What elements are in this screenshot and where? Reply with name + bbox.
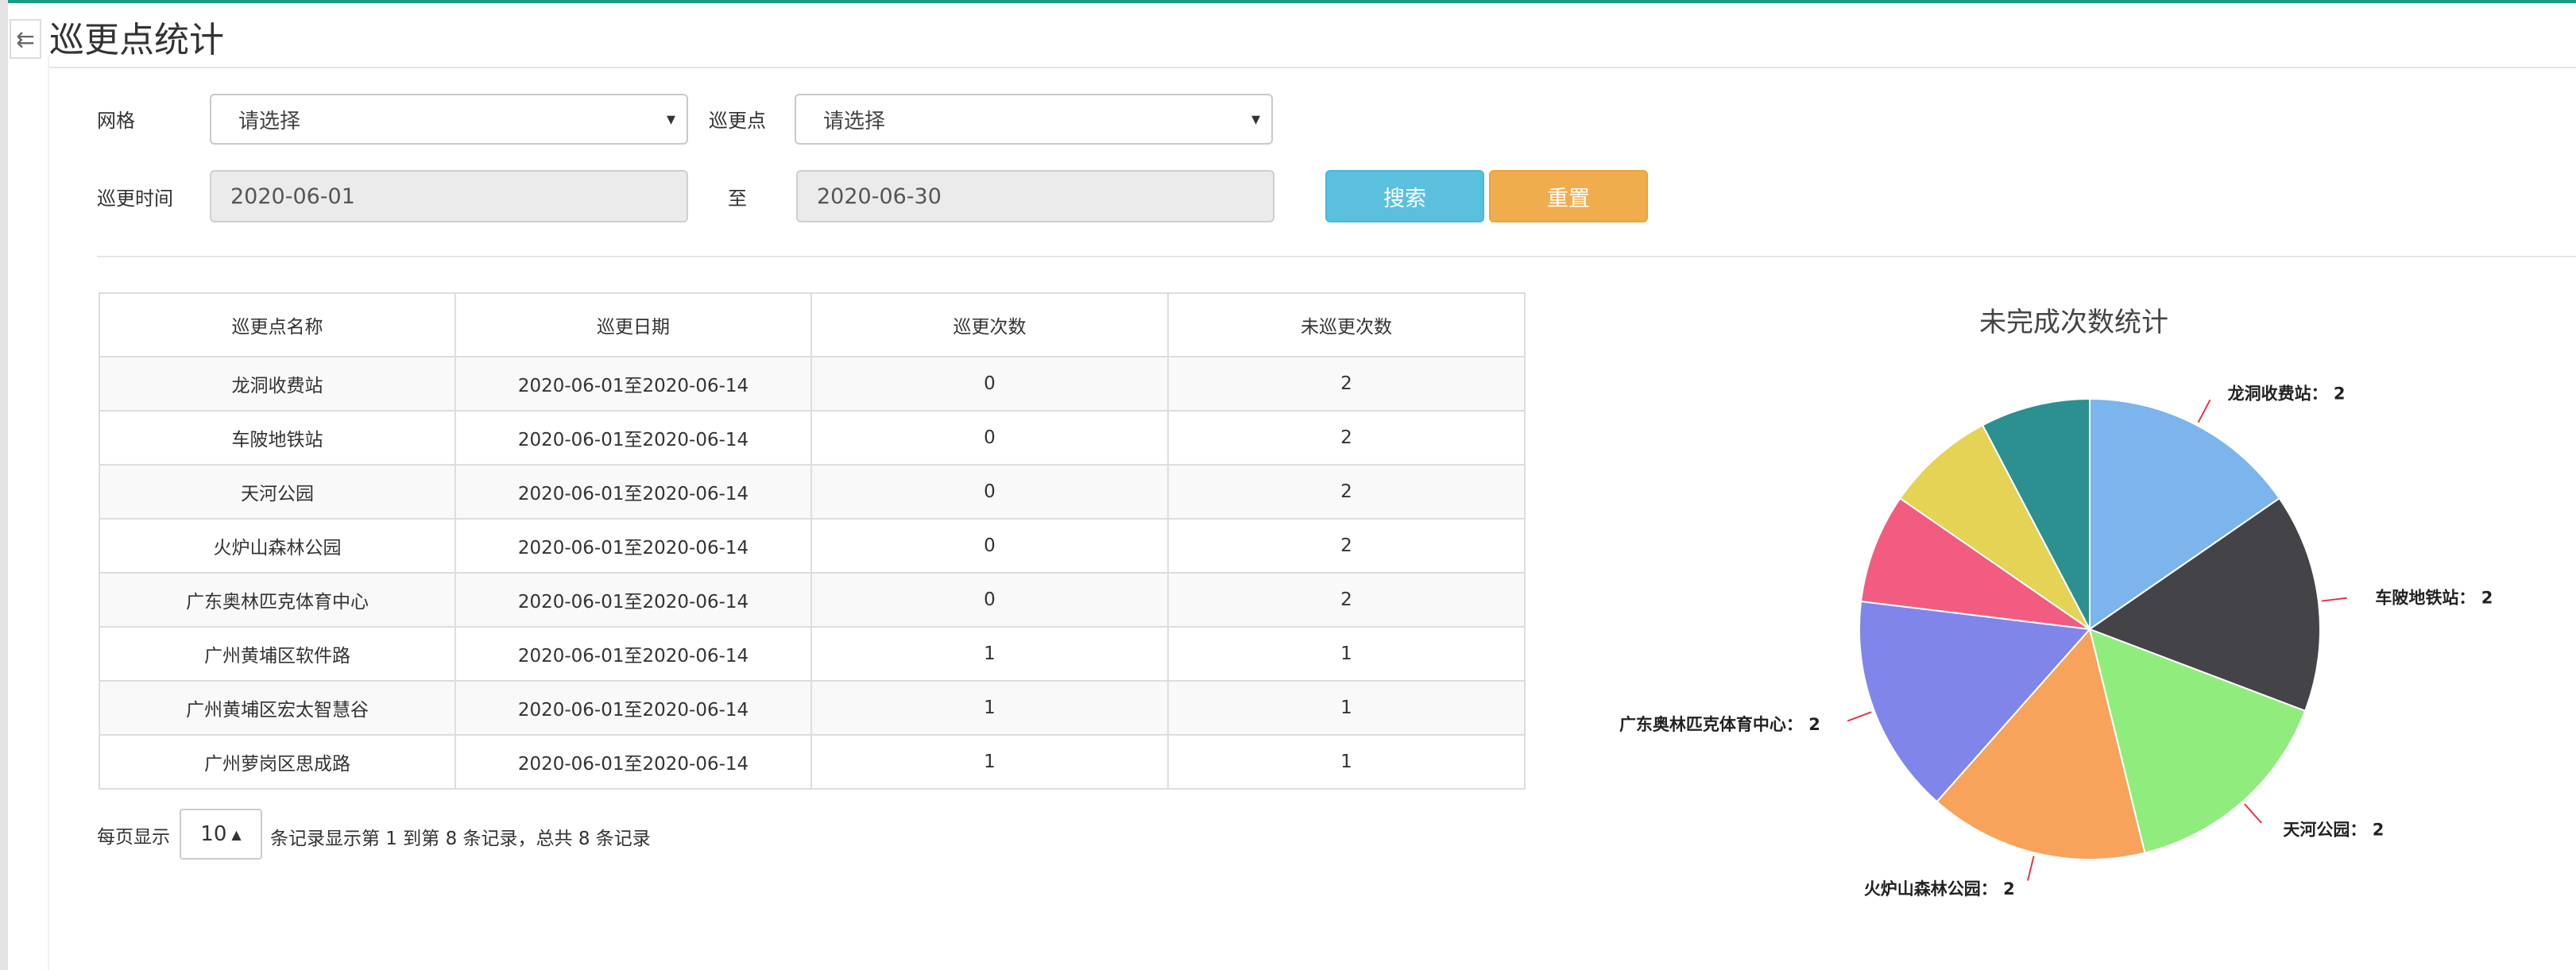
point-select[interactable]: 请选择 ▾ [795, 94, 1273, 145]
table-row[interactable]: 广州萝岗区思成路 2020-06-01至2020-06-14 1 1 [99, 734, 1526, 790]
table-cell: 2 [1167, 464, 1526, 520]
column-header[interactable]: 巡更点名称 [99, 292, 456, 357]
table-cell: 2 [1167, 356, 1526, 412]
label-connector [1847, 711, 1872, 722]
table-cell: 1 [810, 734, 1169, 790]
label-connector [2244, 803, 2262, 824]
table-cell: 2020-06-01至2020-06-14 [454, 410, 812, 466]
page-size-value: 10 [200, 822, 227, 846]
table-row[interactable]: 广东奥林匹克体育中心 2020-06-01至2020-06-14 0 2 [99, 572, 1526, 628]
table-cell: 2020-06-01至2020-06-14 [454, 626, 812, 682]
column-header[interactable]: 巡更日期 [454, 292, 812, 357]
table-row[interactable]: 龙洞收费站 2020-06-01至2020-06-14 0 2 [99, 356, 1526, 412]
left-frame-divider [48, 56, 49, 970]
column-header[interactable]: 巡更次数 [810, 292, 1169, 357]
title-divider [49, 67, 2576, 68]
table-cell: 2020-06-01至2020-06-14 [454, 464, 812, 520]
table-cell: 2020-06-01至2020-06-14 [454, 356, 812, 412]
table-header-row: 巡更点名称 巡更日期 巡更次数 未巡更次数 [99, 292, 1526, 357]
point-label: 巡更点 [709, 110, 766, 132]
pie-chart-svg: 龙洞收费站： 2 车陂地铁站： 2 天河公园： 2 火炉山森林公园： 2 广东奥林匹克体… [1619, 384, 2493, 899]
page-size-select[interactable]: 10 ▲ [180, 809, 262, 860]
point-select-value: 请选择 [823, 109, 886, 133]
slice-label: 车陂地铁站： 2 [2375, 588, 2493, 607]
table-row[interactable]: 车陂地铁站 2020-06-01至2020-06-14 0 2 [99, 410, 1526, 466]
label-connector [2027, 856, 2035, 881]
label-connector [2321, 597, 2347, 602]
table-row[interactable]: 广州黄埔区宏太智慧谷 2020-06-01至2020-06-14 1 1 [99, 680, 1526, 736]
column-header[interactable]: 未巡更次数 [1167, 292, 1526, 357]
time-label: 巡更时间 [97, 187, 173, 210]
table-cell: 广州萝岗区思成路 [99, 734, 456, 790]
slice-label: 广东奥林匹克体育中心： 2 [1619, 715, 1820, 734]
table-cell: 1 [810, 626, 1169, 682]
reset-button[interactable]: 重置 [1489, 170, 1648, 222]
pie-chart: 未完成次数统计 龙洞收费站： 2 车陂地铁站： 2 天河公园： 2 火炉山森林公园： … [1541, 286, 2576, 914]
table-cell: 龙洞收费站 [99, 356, 456, 412]
grid-select-value: 请选择 [238, 109, 301, 133]
filter-divider [97, 256, 2576, 257]
table-cell: 1 [1167, 734, 1526, 790]
search-button[interactable]: 搜索 [1325, 170, 1484, 222]
table-cell: 0 [810, 518, 1169, 574]
collapse-menu-icon[interactable]: ⇇ [10, 19, 41, 59]
table-cell: 2020-06-01至2020-06-14 [454, 572, 812, 628]
page-title: 巡更点统计 [49, 20, 224, 60]
table-cell: 广州黄埔区软件路 [99, 626, 456, 682]
table-cell: 2020-06-01至2020-06-14 [454, 518, 812, 574]
table-cell: 0 [810, 464, 1169, 520]
table-cell: 0 [810, 572, 1169, 628]
per-page-label: 每页显示 [97, 827, 170, 848]
caret-down-icon: ▾ [666, 110, 675, 129]
table-cell: 2 [1167, 410, 1526, 466]
table-cell: 0 [810, 410, 1169, 466]
left-frame-edge [0, 0, 8, 970]
date-from-input[interactable]: 2020-06-01 [210, 170, 688, 222]
slice-label: 火炉山森林公园： 2 [1864, 879, 2015, 899]
caret-down-icon: ▾ [1251, 110, 1260, 129]
table-cell: 2 [1167, 572, 1526, 628]
table-cell: 车陂地铁站 [99, 410, 456, 466]
table-cell: 广州黄埔区宏太智慧谷 [99, 680, 456, 736]
pagination-summary: 条记录显示第 1 到第 8 条记录，总共 8 条记录 [270, 829, 651, 849]
table-row[interactable]: 天河公园 2020-06-01至2020-06-14 0 2 [99, 464, 1526, 520]
table-cell: 2020-06-01至2020-06-14 [454, 734, 812, 790]
table-cell: 1 [1167, 680, 1526, 736]
label-connector [2197, 399, 2211, 423]
table-cell: 天河公园 [99, 464, 456, 520]
table-row[interactable]: 火炉山森林公园 2020-06-01至2020-06-14 0 2 [99, 518, 1526, 574]
date-to-input[interactable]: 2020-06-30 [796, 170, 1274, 222]
table-row[interactable]: 广州黄埔区软件路 2020-06-01至2020-06-14 1 1 [99, 626, 1526, 682]
table-cell: 火炉山森林公园 [99, 518, 456, 574]
top-accent-line [0, 0, 2576, 3]
caret-up-icon: ▲ [231, 826, 242, 842]
slice-label: 龙洞收费站： 2 [2228, 384, 2346, 403]
grid-label: 网格 [97, 110, 135, 132]
to-label: 至 [728, 187, 747, 210]
grid-select[interactable]: 请选择 ▾ [210, 94, 688, 145]
slice-label: 天河公园： 2 [2283, 820, 2384, 839]
stats-table: 巡更点名称 巡更日期 巡更次数 未巡更次数 龙洞收费站 2020-06-01至2… [99, 292, 1526, 790]
table-cell: 2020-06-01至2020-06-14 [454, 680, 812, 736]
table-cell: 广东奥林匹克体育中心 [99, 572, 456, 628]
table-cell: 0 [810, 356, 1169, 412]
table-cell: 1 [1167, 626, 1526, 682]
table-cell: 1 [810, 680, 1169, 736]
table-cell: 2 [1167, 518, 1526, 574]
